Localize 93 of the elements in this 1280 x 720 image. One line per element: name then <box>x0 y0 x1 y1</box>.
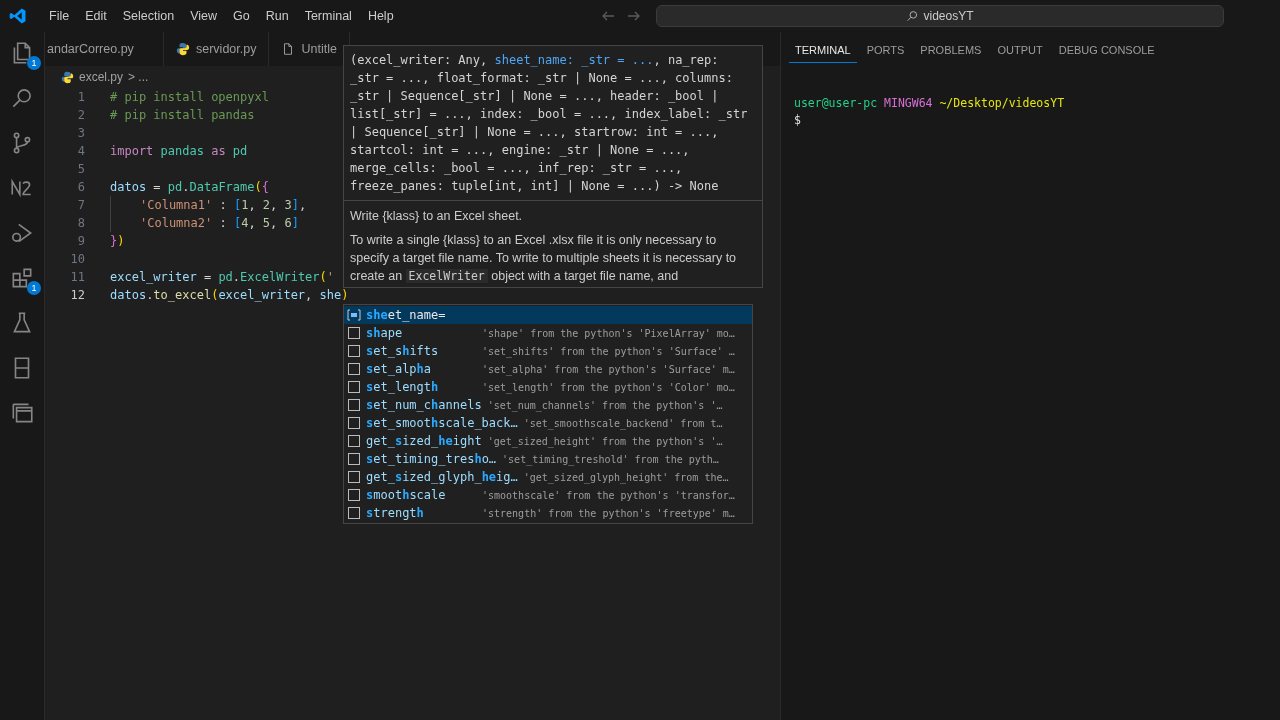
signature-line: freeze_panes: tuple[int, int] | None = ...) -> None <box>350 178 719 195</box>
square-icon <box>347 488 361 502</box>
suggestion-detail: 'get_sized_glyph_height' from the… <box>523 471 729 483</box>
suggestion-detail: 'smoothscale' from the python's 'transfor… <box>482 489 735 501</box>
line-number: 5 <box>76 162 85 176</box>
python-icon <box>61 70 74 84</box>
terminal-prompt-line: user@user-pc MINGW64 ~/Desktop/videosYT <box>794 95 1066 112</box>
breadcrumb-file[interactable]: excel.py <box>79 70 124 84</box>
square-icon <box>347 398 361 412</box>
menu-item[interactable]: View <box>182 5 225 27</box>
suggestion-label[interactable]: set_smoothscale_back… <box>366 416 518 430</box>
line-number: 12 <box>69 288 85 302</box>
suggestion-label[interactable]: set_alpha <box>366 362 476 376</box>
count-badge: 1 <box>27 56 41 70</box>
line-number: 11 <box>69 270 85 284</box>
editor-logo-icon[interactable] <box>9 7 27 25</box>
suggestion-label[interactable]: smoothscale <box>366 488 476 502</box>
line-number: 8 <box>76 216 85 230</box>
signature-line: _str = ..., float_format: _str | None = ..., columns: <box>350 70 733 87</box>
line-number: 7 <box>76 198 85 212</box>
editor-tab[interactable]: Untitle <box>301 42 337 56</box>
menu-item[interactable]: Run <box>257 5 297 27</box>
suggestion-detail: 'get_sized_height' from the python's '… <box>487 435 723 447</box>
terminal-prompt: $ <box>794 112 802 129</box>
suggestion-label[interactable]: set_shifts <box>366 344 476 358</box>
suggestion-detail: 'set_timing_treshold' from the pyth… <box>502 453 719 465</box>
code-line: # pip install openpyxl <box>110 89 269 106</box>
code-line: 'Columna1' : [1, 2, 3], <box>110 196 307 214</box>
command-search-field[interactable]: videosYT <box>656 5 1224 27</box>
menu-item[interactable]: Go <box>225 5 258 27</box>
doc-summary: Write {klass} to an Excel sheet. <box>350 208 524 225</box>
square-icon <box>347 434 361 448</box>
suggestion-detail: 'set_smoothscale_backend' from t… <box>523 417 723 429</box>
signature-line: (excel_writer: Any, sheet_name: _str = ..., na_rep: <box>350 52 719 69</box>
code-line: # pip install pandas <box>110 107 255 124</box>
square-icon <box>347 470 361 484</box>
code-line: excel_writer = pd.ExcelWriter(' <box>110 269 335 286</box>
code-line: datos.to_excel(excel_writer, she) <box>110 287 349 304</box>
signature-line: merge_cells: _bool = ..., inf_rep: _str = ..., <box>350 160 683 177</box>
line-number: 6 <box>76 180 85 194</box>
editor-tab[interactable]: andarCorreo.py <box>47 42 134 56</box>
code-line: 'Columna2' : [4, 5, 6] <box>110 214 299 232</box>
search-icon <box>906 9 920 23</box>
python-icon <box>176 42 190 56</box>
suggestion-label[interactable]: get_sized_height <box>366 434 482 448</box>
count-badge: 1 <box>27 281 41 295</box>
suggestion-detail: 'strength' from the python's 'freetype' m… <box>482 507 735 519</box>
suggestion-label[interactable]: strength <box>366 506 476 520</box>
suggestion-detail: 'shape' from the python's 'PixelArray' mo… <box>482 327 735 339</box>
line-number: 2 <box>76 108 85 122</box>
panel-tab[interactable]: DEBUG CONSOLE <box>1052 40 1161 63</box>
panel-tab[interactable]: PORTS <box>860 40 911 63</box>
menu-item[interactable]: Help <box>359 5 402 27</box>
line-number: 9 <box>76 234 85 248</box>
panel-tab[interactable]: TERMINAL <box>789 40 857 63</box>
square-icon <box>347 344 361 358</box>
signature-line: list[_str] = ..., index: _bool = ..., index_label: _str <box>350 106 748 123</box>
suggestion-detail: 'set_alpha' from the python's 'Surface' m… <box>482 363 735 375</box>
code-line: datos = pd.DataFrame({ <box>110 179 269 196</box>
editor-tab[interactable]: servidor.py <box>196 42 257 56</box>
suggestion-label[interactable]: set_timing_tresho… <box>366 452 497 466</box>
suggestion-label[interactable]: set_num_channels <box>366 398 482 412</box>
menu-item[interactable]: File <box>41 5 78 27</box>
panel-tab[interactable]: OUTPUT <box>991 40 1049 63</box>
variable-icon <box>347 308 361 322</box>
doc-paragraph: To write a single {klass} to an Excel .xlsx file it is only necessary to specify a target file name. To write to multiple sheets it is necessary to create an ExcelWriter object with a target file name, and <box>350 232 738 285</box>
suggestion-detail: 'set_shifts' from the python's 'Surface' … <box>482 345 735 357</box>
suggestion-detail: 'set_length' from the python's 'Color' mo… <box>482 381 735 393</box>
panel-tab[interactable]: PROBLEMS <box>914 40 988 63</box>
line-number: 10 <box>69 252 85 266</box>
menu-item[interactable]: Terminal <box>296 5 360 27</box>
search-text: videosYT <box>923 9 974 23</box>
suggestion-label[interactable]: get_sized_glyph_heig… <box>366 470 518 484</box>
menu-item[interactable]: Selection <box>114 5 183 27</box>
code-line: }) <box>110 233 125 250</box>
square-icon <box>347 416 361 430</box>
suggestion-label[interactable]: set_length <box>366 380 476 394</box>
line-number: 3 <box>76 126 85 140</box>
code-line: import pandas as pd <box>110 143 248 160</box>
square-icon <box>347 506 361 520</box>
suggestion-detail: 'set_num_channels' from the python's '… <box>487 399 723 411</box>
breadcrumb-more[interactable]: > ... <box>128 70 149 84</box>
square-icon <box>347 380 361 394</box>
square-icon <box>347 362 361 376</box>
menu-item[interactable]: Edit <box>77 5 115 27</box>
signature-line: _str | Sequence[_str] | None = ..., header: _bool | <box>350 88 719 105</box>
signature-line: startcol: int = ..., engine: _str | None = ..., <box>350 142 690 159</box>
signature-line: | Sequence[_str] | None = ..., startrow: int = ..., <box>350 124 719 141</box>
line-number: 4 <box>76 144 85 158</box>
suggestion-label[interactable]: shape <box>366 326 476 340</box>
line-number: 1 <box>76 90 85 104</box>
square-icon <box>347 326 361 340</box>
square-icon <box>347 452 361 466</box>
